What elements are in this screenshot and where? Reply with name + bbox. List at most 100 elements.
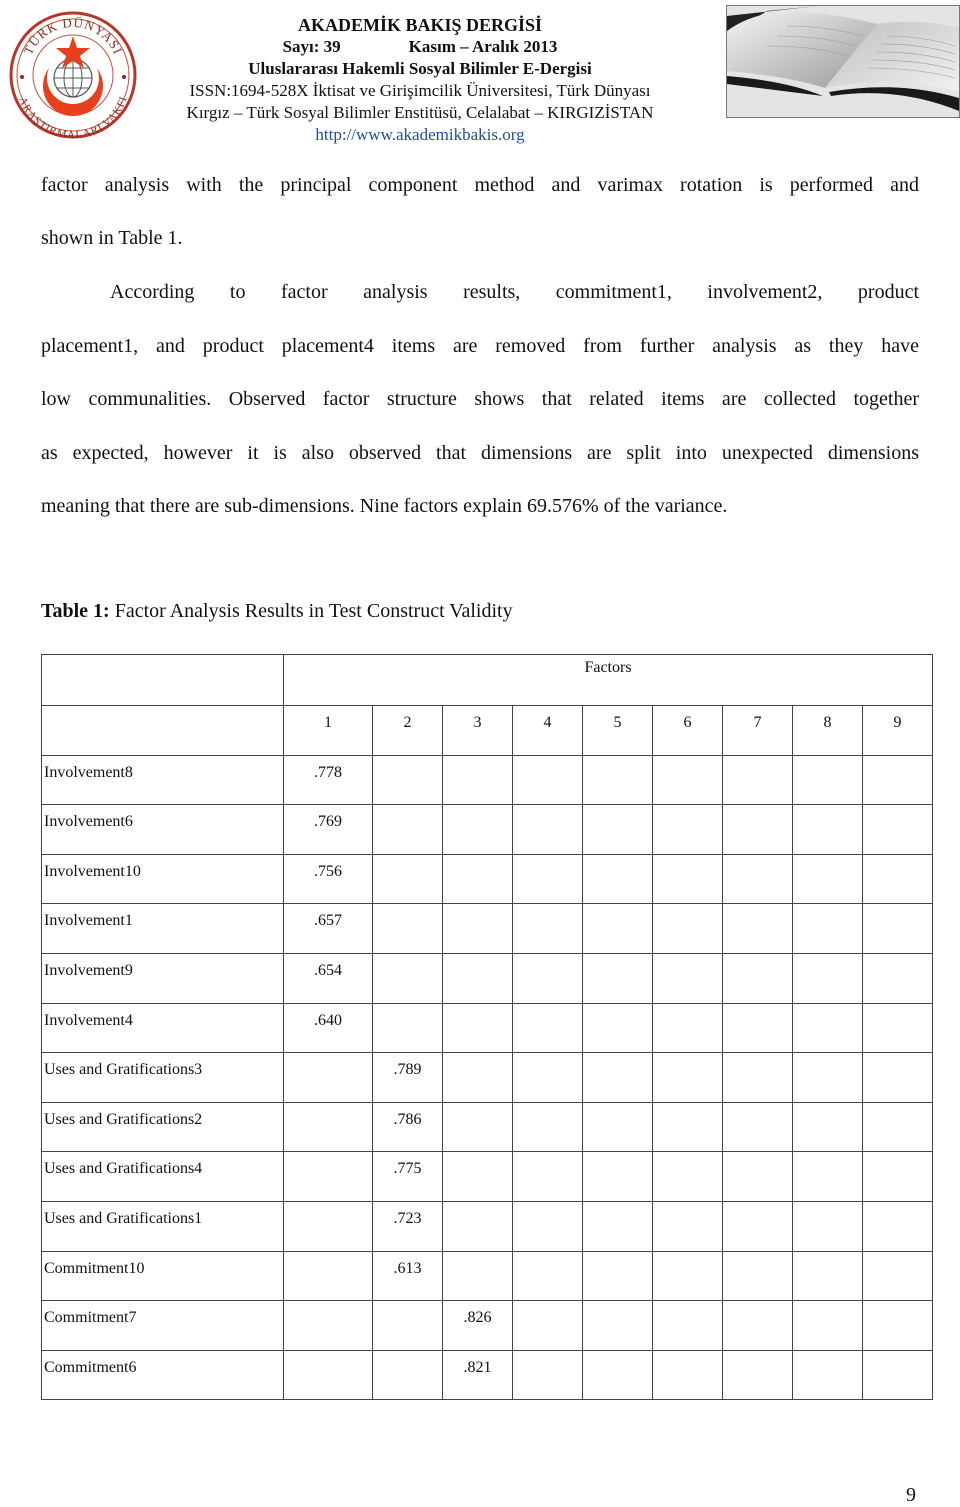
table-group-header-row: Factors (41, 654, 933, 706)
loading-cell (512, 1052, 583, 1103)
loading-cell (862, 1349, 933, 1401)
loading-cell (372, 1300, 443, 1351)
issue-row: Sayı: 39 Kasım – Aralık 2013 (140, 36, 700, 58)
loading-cell (652, 804, 723, 855)
loading-cell (722, 804, 793, 855)
loading-cell (582, 1200, 653, 1252)
loading-cell (722, 1002, 793, 1054)
factor-number-header: 1 (283, 705, 373, 756)
loading-cell (283, 1300, 373, 1351)
item-name-cell: Commitment7 (41, 1300, 284, 1351)
item-name-cell: Involvement6 (41, 804, 284, 855)
table-row: Uses and Gratifications4 .775 (41, 1151, 933, 1202)
loading-cell (722, 903, 793, 954)
table-row: Uses and Gratifications1 .723 (41, 1200, 933, 1252)
loading-cell (582, 853, 653, 905)
loading-cell (283, 1349, 373, 1401)
item-name-cell: Uses and Gratifications1 (41, 1200, 284, 1252)
loading-cell (512, 1151, 583, 1202)
journal-masthead: AKADEMİK BAKIŞ DERGİSİ Sayı: 39 Kasım – … (140, 14, 700, 146)
factors-group-header: Factors (283, 654, 933, 706)
loading-cell (722, 1300, 793, 1351)
loading-cell (652, 1200, 723, 1252)
turk-dunyasi-seal-icon: TÜRK DÜNYASI ARAŞTIRMALARI VAKFI (9, 11, 137, 141)
loading-cell (862, 1300, 933, 1351)
loading-cell (862, 853, 933, 905)
loading-cell (442, 1151, 513, 1202)
loading-cell (512, 1002, 583, 1054)
loading-cell (792, 1300, 863, 1351)
table-row: Commitment7 .826 (41, 1300, 933, 1351)
loading-cell (652, 1349, 723, 1401)
loading-cell (582, 1002, 653, 1054)
loading-cell (722, 754, 793, 806)
item-name-cell: Involvement9 (41, 952, 284, 1004)
issue-number: Sayı: 39 (282, 37, 341, 56)
loading-cell (512, 903, 583, 954)
loading-cell (652, 903, 723, 954)
factor-number-header: 9 (862, 705, 933, 756)
loading-cell (512, 1300, 583, 1351)
loading-cell: .723 (372, 1200, 443, 1252)
institute-line: Kırgız – Türk Sosyal Bilimler Enstitüsü,… (186, 103, 654, 122)
loading-cell (792, 1250, 863, 1302)
table-row: Commitment6 .821 (41, 1349, 933, 1401)
loading-cell (862, 1200, 933, 1252)
loading-cell (442, 853, 513, 905)
loading-cell (862, 1250, 933, 1302)
table-row: Commitment10 .613 (41, 1250, 933, 1302)
loading-cell: .789 (372, 1052, 443, 1103)
loading-cell (722, 1101, 793, 1153)
item-name-cell: Uses and Gratifications4 (41, 1151, 284, 1202)
item-name-cell: Involvement10 (41, 853, 284, 905)
loading-cell (442, 1002, 513, 1054)
text-line: low communalities. Observed factor struc… (41, 388, 919, 410)
loading-cell: .826 (442, 1300, 513, 1351)
loading-cell (722, 1052, 793, 1103)
loading-cell (512, 853, 583, 905)
loading-cell: .769 (283, 804, 373, 855)
loading-cell (792, 754, 863, 806)
loading-cell (372, 1349, 443, 1401)
factor-number-header: 6 (652, 705, 723, 756)
factor-number-header: 8 (792, 705, 863, 756)
loading-cell (283, 1151, 373, 1202)
item-name-cell: Commitment6 (41, 1349, 284, 1401)
loading-cell (582, 754, 653, 806)
loading-cell: .657 (283, 903, 373, 954)
factor-number-header: 5 (582, 705, 653, 756)
loading-cell (442, 1200, 513, 1252)
loading-cell (442, 804, 513, 855)
loading-cell (582, 1300, 653, 1351)
loading-cell (652, 952, 723, 1004)
table-corner-cell (41, 705, 284, 756)
loading-cell (283, 1200, 373, 1252)
loading-cell (582, 804, 653, 855)
loading-cell (792, 1200, 863, 1252)
loading-cell (582, 1349, 653, 1401)
loading-cell: .775 (372, 1151, 443, 1202)
loading-cell (792, 1002, 863, 1054)
factor-number-header: 2 (372, 705, 443, 756)
loading-cell (862, 804, 933, 855)
factor-number-header: 4 (512, 705, 583, 756)
loading-cell (792, 853, 863, 905)
loading-cell (283, 1250, 373, 1302)
loading-cell (582, 952, 653, 1004)
loading-cell (722, 1349, 793, 1401)
loading-cell (722, 1250, 793, 1302)
table-row: Involvement6.769 (41, 804, 933, 855)
loading-cell (792, 1052, 863, 1103)
loading-cell (582, 1250, 653, 1302)
loading-cell (582, 1052, 653, 1103)
loading-cell (862, 1151, 933, 1202)
loading-cell (862, 1101, 933, 1153)
loading-cell (652, 1250, 723, 1302)
factor-analysis-table: Factors 123456789 Involvement8.778 Involv… (41, 654, 933, 1401)
loading-cell (722, 853, 793, 905)
item-name-cell: Uses and Gratifications2 (41, 1101, 284, 1153)
item-name-cell: Involvement8 (41, 754, 284, 806)
table-corner-cell (41, 654, 284, 706)
loading-cell (792, 1101, 863, 1153)
journal-url-link[interactable]: http://www.akademikbakis.org (315, 125, 524, 144)
